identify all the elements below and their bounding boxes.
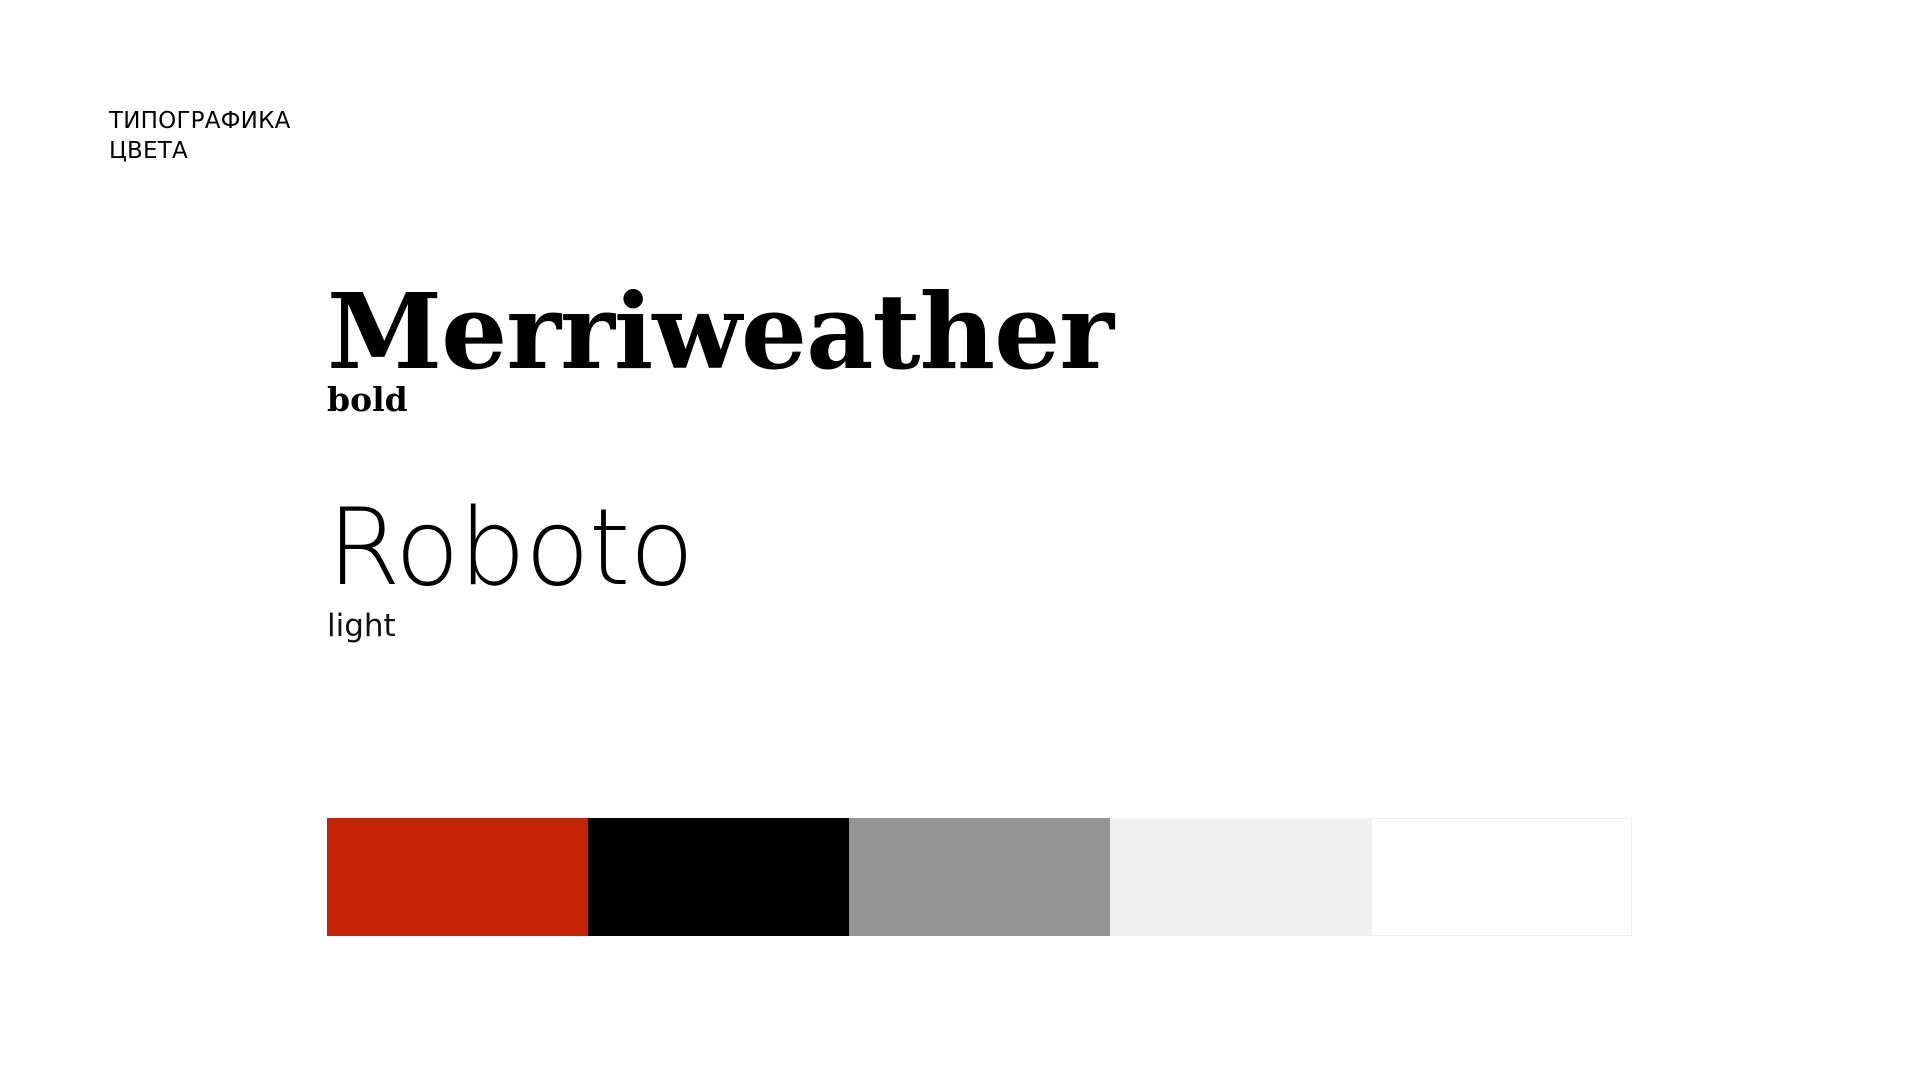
color-swatch-white xyxy=(1371,818,1632,936)
secondary-font-name: Roboto xyxy=(327,486,694,609)
color-swatch-gray xyxy=(849,818,1110,936)
color-palette xyxy=(327,818,1632,936)
color-swatch-red xyxy=(327,818,588,936)
primary-font-name: Merriweather xyxy=(327,270,1114,393)
nav-item-typography[interactable]: ТИПОГРАФИКА xyxy=(109,106,291,136)
section-nav: ТИПОГРАФИКА ЦВЕТА xyxy=(109,106,291,166)
color-swatch-black xyxy=(588,818,849,936)
secondary-font-weight: light xyxy=(327,608,396,644)
nav-item-colors[interactable]: ЦВЕТА xyxy=(109,136,291,166)
color-swatch-light-gray xyxy=(1110,818,1371,936)
primary-font-specimen: Merriweather bold xyxy=(327,270,1114,418)
secondary-font-specimen: Roboto light xyxy=(327,486,694,645)
